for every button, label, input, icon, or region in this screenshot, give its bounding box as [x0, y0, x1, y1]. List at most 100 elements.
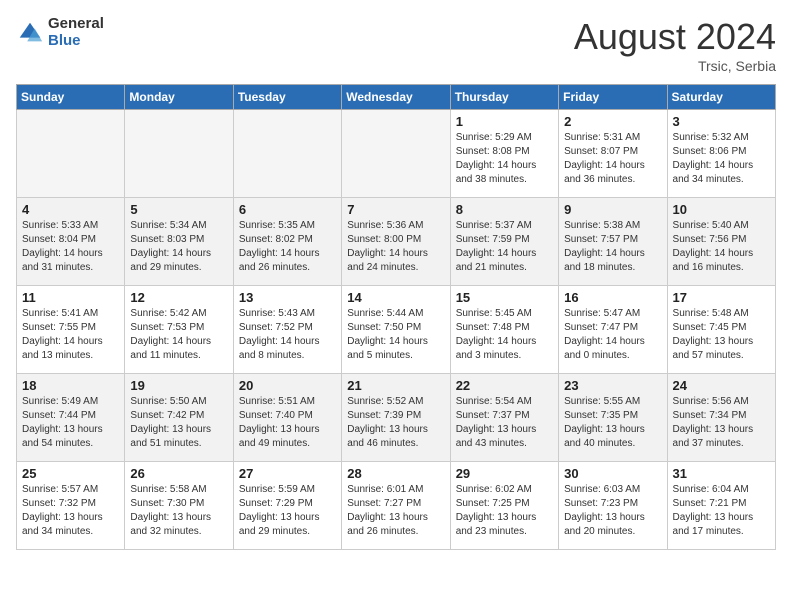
cell-info: Sunrise: 5:56 AMSunset: 7:34 PMDaylight:…: [673, 395, 770, 451]
page-header: General Blue August 2024 Trsic, Serbia: [16, 16, 776, 74]
day-number: 13: [239, 290, 336, 305]
day-number: 4: [22, 202, 119, 217]
cell-info: Sunrise: 5:35 AMSunset: 8:02 PMDaylight:…: [239, 219, 336, 275]
calendar-cell: [233, 110, 341, 198]
calendar-cell: 9 Sunrise: 5:38 AMSunset: 7:57 PMDaylight…: [559, 198, 667, 286]
cell-info: Sunrise: 6:03 AMSunset: 7:23 PMDaylight:…: [564, 483, 661, 539]
day-number: 21: [347, 378, 444, 393]
calendar-cell: [125, 110, 233, 198]
day-number: 15: [456, 290, 553, 305]
day-number: 27: [239, 466, 336, 481]
day-number: 18: [22, 378, 119, 393]
cell-info: Sunrise: 5:36 AMSunset: 8:00 PMDaylight:…: [347, 219, 444, 275]
day-number: 24: [673, 378, 770, 393]
calendar-cell: 29 Sunrise: 6:02 AMSunset: 7:25 PMDayligh…: [450, 462, 558, 550]
calendar-cell: 21Sunrise: 5:52 AMSunset: 7:39 PMDayligh…: [342, 374, 450, 462]
day-number: 26: [130, 466, 227, 481]
cell-info: Sunrise: 5:49 AMSunset: 7:44 PMDaylight:…: [22, 395, 119, 451]
calendar-table: SundayMondayTuesdayWednesdayThursdayFrid…: [16, 84, 776, 550]
cell-info: Sunrise: 5:40 AMSunset: 7:56 PMDaylight:…: [673, 219, 770, 275]
weekday-header: Friday: [559, 85, 667, 110]
calendar-cell: 20 Sunrise: 5:51 AMSunset: 7:40 PMDayligh…: [233, 374, 341, 462]
cell-info: Sunrise: 6:02 AMSunset: 7:25 PMDaylight:…: [456, 483, 553, 539]
day-number: 29: [456, 466, 553, 481]
weekday-header: Sunday: [17, 85, 125, 110]
calendar-cell: 15Sunrise: 5:45 AMSunset: 7:48 PMDayligh…: [450, 286, 558, 374]
calendar-cell: 18 Sunrise: 5:49 AMSunset: 7:44 PMDayligh…: [17, 374, 125, 462]
calendar-cell: 6 Sunrise: 5:35 AMSunset: 8:02 PMDaylight…: [233, 198, 341, 286]
calendar-week-row: 1 Sunrise: 5:29 AMSunset: 8:08 PMDaylight…: [17, 110, 776, 198]
calendar-cell: [342, 110, 450, 198]
day-number: 28: [347, 466, 444, 481]
weekday-header: Monday: [125, 85, 233, 110]
cell-info: Sunrise: 5:41 AMSunset: 7:55 PMDaylight:…: [22, 307, 119, 363]
day-number: 9: [564, 202, 661, 217]
day-number: 7: [347, 202, 444, 217]
weekday-header-row: SundayMondayTuesdayWednesdayThursdayFrid…: [17, 85, 776, 110]
logo-text: General Blue: [48, 16, 104, 49]
cell-info: Sunrise: 5:37 AMSunset: 7:59 PMDaylight:…: [456, 219, 553, 275]
cell-info: Sunrise: 5:38 AMSunset: 7:57 PMDaylight:…: [564, 219, 661, 275]
location-text: Trsic, Serbia: [574, 58, 776, 74]
day-number: 5: [130, 202, 227, 217]
cell-info: Sunrise: 5:57 AMSunset: 7:32 PMDaylight:…: [22, 483, 119, 539]
cell-info: Sunrise: 5:42 AMSunset: 7:53 PMDaylight:…: [130, 307, 227, 363]
calendar-cell: 19 Sunrise: 5:50 AMSunset: 7:42 PMDayligh…: [125, 374, 233, 462]
calendar-week-row: 18 Sunrise: 5:49 AMSunset: 7:44 PMDayligh…: [17, 374, 776, 462]
day-number: 8: [456, 202, 553, 217]
day-number: 19: [130, 378, 227, 393]
calendar-cell: 24 Sunrise: 5:56 AMSunset: 7:34 PMDayligh…: [667, 374, 775, 462]
month-title: August 2024: [574, 16, 776, 58]
calendar-cell: 28Sunrise: 6:01 AMSunset: 7:27 PMDayligh…: [342, 462, 450, 550]
cell-info: Sunrise: 5:55 AMSunset: 7:35 PMDaylight:…: [564, 395, 661, 451]
calendar-cell: 2 Sunrise: 5:31 AMSunset: 8:07 PMDaylight…: [559, 110, 667, 198]
weekday-header: Thursday: [450, 85, 558, 110]
logo-general-text: General: [48, 16, 104, 33]
calendar-cell: 26 Sunrise: 5:58 AMSunset: 7:30 PMDayligh…: [125, 462, 233, 550]
cell-info: Sunrise: 5:47 AMSunset: 7:47 PMDaylight:…: [564, 307, 661, 363]
calendar-cell: 4Sunrise: 5:33 AMSunset: 8:04 PMDaylight…: [17, 198, 125, 286]
calendar-cell: 7 Sunrise: 5:36 AMSunset: 8:00 PMDaylight…: [342, 198, 450, 286]
day-number: 6: [239, 202, 336, 217]
logo-icon: [16, 19, 44, 47]
calendar-week-row: 25 Sunrise: 5:57 AMSunset: 7:32 PMDayligh…: [17, 462, 776, 550]
calendar-week-row: 4Sunrise: 5:33 AMSunset: 8:04 PMDaylight…: [17, 198, 776, 286]
calendar-cell: 11 Sunrise: 5:41 AMSunset: 7:55 PMDayligh…: [17, 286, 125, 374]
cell-info: Sunrise: 5:34 AMSunset: 8:03 PMDaylight:…: [130, 219, 227, 275]
day-number: 1: [456, 114, 553, 129]
day-number: 17: [673, 290, 770, 305]
calendar-cell: 5 Sunrise: 5:34 AMSunset: 8:03 PMDaylight…: [125, 198, 233, 286]
calendar-cell: 14 Sunrise: 5:44 AMSunset: 7:50 PMDayligh…: [342, 286, 450, 374]
logo-blue-text: Blue: [48, 33, 104, 50]
cell-info: Sunrise: 5:58 AMSunset: 7:30 PMDaylight:…: [130, 483, 227, 539]
day-number: 11: [22, 290, 119, 305]
calendar-cell: 3Sunrise: 5:32 AMSunset: 8:06 PMDaylight…: [667, 110, 775, 198]
cell-info: Sunrise: 5:44 AMSunset: 7:50 PMDaylight:…: [347, 307, 444, 363]
calendar-cell: 25 Sunrise: 5:57 AMSunset: 7:32 PMDayligh…: [17, 462, 125, 550]
day-number: 2: [564, 114, 661, 129]
calendar-cell: 31 Sunrise: 6:04 AMSunset: 7:21 PMDayligh…: [667, 462, 775, 550]
calendar-cell: 17Sunrise: 5:48 AMSunset: 7:45 PMDayligh…: [667, 286, 775, 374]
calendar-cell: 12Sunrise: 5:42 AMSunset: 7:53 PMDayligh…: [125, 286, 233, 374]
cell-info: Sunrise: 5:51 AMSunset: 7:40 PMDaylight:…: [239, 395, 336, 451]
weekday-header: Saturday: [667, 85, 775, 110]
calendar-cell: 13Sunrise: 5:43 AMSunset: 7:52 PMDayligh…: [233, 286, 341, 374]
cell-info: Sunrise: 5:50 AMSunset: 7:42 PMDaylight:…: [130, 395, 227, 451]
calendar-week-row: 11 Sunrise: 5:41 AMSunset: 7:55 PMDayligh…: [17, 286, 776, 374]
day-number: 20: [239, 378, 336, 393]
calendar-cell: 22Sunrise: 5:54 AMSunset: 7:37 PMDayligh…: [450, 374, 558, 462]
cell-info: Sunrise: 6:04 AMSunset: 7:21 PMDaylight:…: [673, 483, 770, 539]
weekday-header: Wednesday: [342, 85, 450, 110]
cell-info: Sunrise: 5:32 AMSunset: 8:06 PMDaylight:…: [673, 131, 770, 187]
day-number: 25: [22, 466, 119, 481]
cell-info: Sunrise: 5:29 AMSunset: 8:08 PMDaylight:…: [456, 131, 553, 187]
logo: General Blue: [16, 16, 104, 49]
day-number: 31: [673, 466, 770, 481]
cell-info: Sunrise: 5:31 AMSunset: 8:07 PMDaylight:…: [564, 131, 661, 187]
day-number: 14: [347, 290, 444, 305]
calendar-cell: 10Sunrise: 5:40 AMSunset: 7:56 PMDayligh…: [667, 198, 775, 286]
calendar-cell: 23Sunrise: 5:55 AMSunset: 7:35 PMDayligh…: [559, 374, 667, 462]
day-number: 22: [456, 378, 553, 393]
calendar-cell: 27Sunrise: 5:59 AMSunset: 7:29 PMDayligh…: [233, 462, 341, 550]
calendar-cell: 30Sunrise: 6:03 AMSunset: 7:23 PMDayligh…: [559, 462, 667, 550]
